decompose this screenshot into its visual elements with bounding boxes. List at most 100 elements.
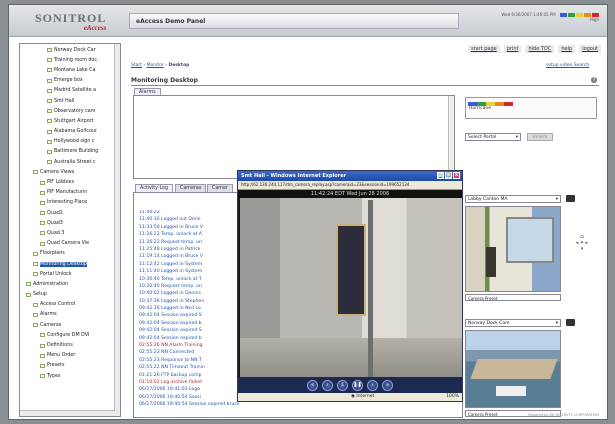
camera1-select[interactable]: Lobby Canton MA ▾ — [465, 195, 561, 203]
sidebar-item[interactable]: Types — [22, 371, 120, 381]
step-back-icon[interactable]: ‹ — [322, 379, 333, 391]
tilt-down-icon[interactable]: ▾ — [571, 246, 593, 252]
alarms-scrollbar[interactable] — [448, 96, 454, 178]
sidebar-item[interactable]: Stuttgart Airport — [22, 116, 120, 126]
sidebar-item[interactable]: Floorplans — [22, 249, 120, 259]
camera1-video-feed[interactable] — [465, 206, 561, 292]
sidebar-item-label: Floorplans — [40, 251, 65, 257]
folder-icon — [40, 343, 45, 348]
camera-icon — [47, 48, 52, 53]
sidebar-item[interactable]: Montana Lake Ca — [22, 65, 120, 75]
breadcrumb: Start › Monitor › Desktop — [131, 63, 190, 68]
page-title: Monitoring Desktop ? — [131, 77, 599, 86]
sidebar-item[interactable]: Portal Unlock — [22, 269, 120, 279]
snapshot-camera-icon[interactable] — [566, 195, 575, 202]
portal-select[interactable]: Select Portal ▾ — [465, 133, 521, 141]
camera-icon — [47, 129, 52, 134]
close-icon[interactable]: x — [453, 172, 460, 179]
sidebar-item-label: Monitoring Desktop — [40, 261, 87, 267]
ie-address-bar[interactable]: http://62.130.244.117/dm_camera_replay.a… — [238, 181, 462, 190]
sidebar-item[interactable]: Quad 3 — [22, 228, 120, 238]
camera2-select[interactable]: Norway Dock Cam ▾ — [465, 319, 561, 327]
sidebar-item[interactable]: Cameras — [22, 320, 120, 330]
camera-icon — [47, 68, 52, 73]
sidebar-item[interactable]: Menu Order — [22, 351, 120, 361]
floor-shape — [240, 338, 462, 378]
hide-toc-link[interactable]: hide TOC — [525, 45, 555, 53]
sidebar-vscroll[interactable] — [114, 44, 120, 416]
unlock-button[interactable]: Unlock — [527, 133, 553, 141]
snapshot-camera-icon[interactable] — [566, 319, 575, 326]
sidebar-item[interactable]: Observatory cam — [22, 106, 120, 116]
tab-activity-log[interactable]: Activity Log — [135, 184, 174, 192]
breadcrumb-start[interactable]: Start — [131, 63, 142, 68]
camera1-preset-select[interactable]: Camera Preset — [465, 294, 561, 301]
folder-icon — [40, 190, 45, 195]
rewind-icon[interactable]: « — [307, 379, 318, 391]
sidebar-item[interactable]: PIF Lobbies — [22, 177, 120, 187]
help-link[interactable]: help — [558, 45, 576, 53]
status-panel: Hurricane — [465, 97, 597, 119]
sidebar-item[interactable]: Access Control — [22, 300, 120, 310]
sidebar-item[interactable]: Baltimore Building — [22, 147, 120, 157]
dock-structure — [470, 359, 558, 379]
sidebar-item-label: Access Control — [40, 302, 76, 308]
ie-zoom-level[interactable]: 100% — [446, 394, 459, 399]
export-icon[interactable]: ⇩ — [337, 379, 348, 391]
sidebar-item-label: Stuttgart Airport — [54, 118, 94, 124]
sidebar-item[interactable]: Smt Hall — [22, 96, 120, 106]
sidebar-item[interactable]: Alarms — [22, 310, 120, 320]
home-icon[interactable]: ⌂ — [571, 233, 593, 240]
app-title: eAccess Demo Panel — [129, 13, 459, 29]
camera2-video-feed[interactable] — [465, 330, 561, 408]
sidebar-item[interactable]: Presets — [22, 361, 120, 371]
sidebar-item[interactable]: Quad3 — [22, 218, 120, 228]
page-title-text: Monitoring Desktop — [131, 77, 198, 84]
help-icon[interactable]: ? — [591, 77, 597, 83]
sidebar-item[interactable]: Training room doc — [22, 55, 120, 65]
door-shape — [336, 224, 366, 316]
pause-icon[interactable]: ❚❚ — [352, 379, 363, 391]
sidebar-item[interactable]: Madrid Satellite a — [22, 86, 120, 96]
sidebar-item[interactable]: PIF Manufacturin — [22, 188, 120, 198]
sidebar-item[interactable]: Configure DM DVI — [22, 330, 120, 340]
sidebar-item-label: Definitions — [47, 343, 73, 349]
camera-icon — [47, 88, 52, 93]
sidebar-item[interactable]: Quad2 — [22, 208, 120, 218]
sidebar-item-label: Quad Camera Vie — [47, 241, 90, 247]
sidebar-item[interactable]: Camera Views — [22, 167, 120, 177]
sidebar-item[interactable]: Norway Dock Car — [22, 45, 120, 55]
camera-icon — [47, 109, 52, 114]
camera-icon — [47, 119, 52, 124]
folder-icon — [33, 272, 38, 277]
maximize-icon[interactable]: □ — [445, 172, 452, 179]
minimize-icon[interactable]: _ — [437, 172, 444, 179]
status-level: High — [589, 17, 599, 22]
sidebar-item[interactable]: Setup — [22, 290, 120, 300]
print-link[interactable]: print — [503, 45, 522, 53]
log-entry: 09:42:04 Session expired S — [139, 313, 202, 319]
sidebar-item[interactable]: Definitions — [22, 340, 120, 350]
log-entry: 10:30:40 Temp. unlock at T — [139, 276, 202, 282]
sidebar-item[interactable]: Interesting Place — [22, 198, 120, 208]
sidebar-item-label: Camera Views — [40, 169, 75, 175]
sidebar-item[interactable]: Monitoring Desktop — [22, 259, 120, 269]
sidebar-item[interactable]: Emerge box — [22, 76, 120, 86]
setup-search-links[interactable]: setup video Search — [546, 63, 589, 68]
breadcrumb-monitor[interactable]: Monitor — [147, 63, 164, 68]
logout-link[interactable]: logout — [579, 45, 601, 53]
sidebar-item[interactable]: Quad Camera Vie — [22, 239, 120, 249]
sidebar-item[interactable]: Hollywood sign c — [22, 137, 120, 147]
step-forward-icon[interactable]: › — [367, 379, 378, 391]
fast-forward-icon[interactable]: » — [382, 379, 393, 391]
sidebar-item[interactable]: Administration — [22, 279, 120, 289]
start-page-link[interactable]: start page — [468, 45, 500, 53]
ie-title-bar[interactable]: Smt Hall - Windows Internet Explorer _ □… — [238, 171, 462, 181]
sidebar-item[interactable]: Australia Street c — [22, 157, 120, 167]
tab-cameras[interactable]: Cameras — [175, 184, 207, 192]
sidebar-hscroll[interactable] — [20, 410, 115, 416]
sidebar-item[interactable]: Alabama Golfcour — [22, 127, 120, 137]
tab-camera-views[interactable]: Camer — [207, 184, 233, 192]
camera-replay-video[interactable] — [240, 198, 462, 378]
sidebar-item-label: Quad3 — [47, 220, 63, 226]
